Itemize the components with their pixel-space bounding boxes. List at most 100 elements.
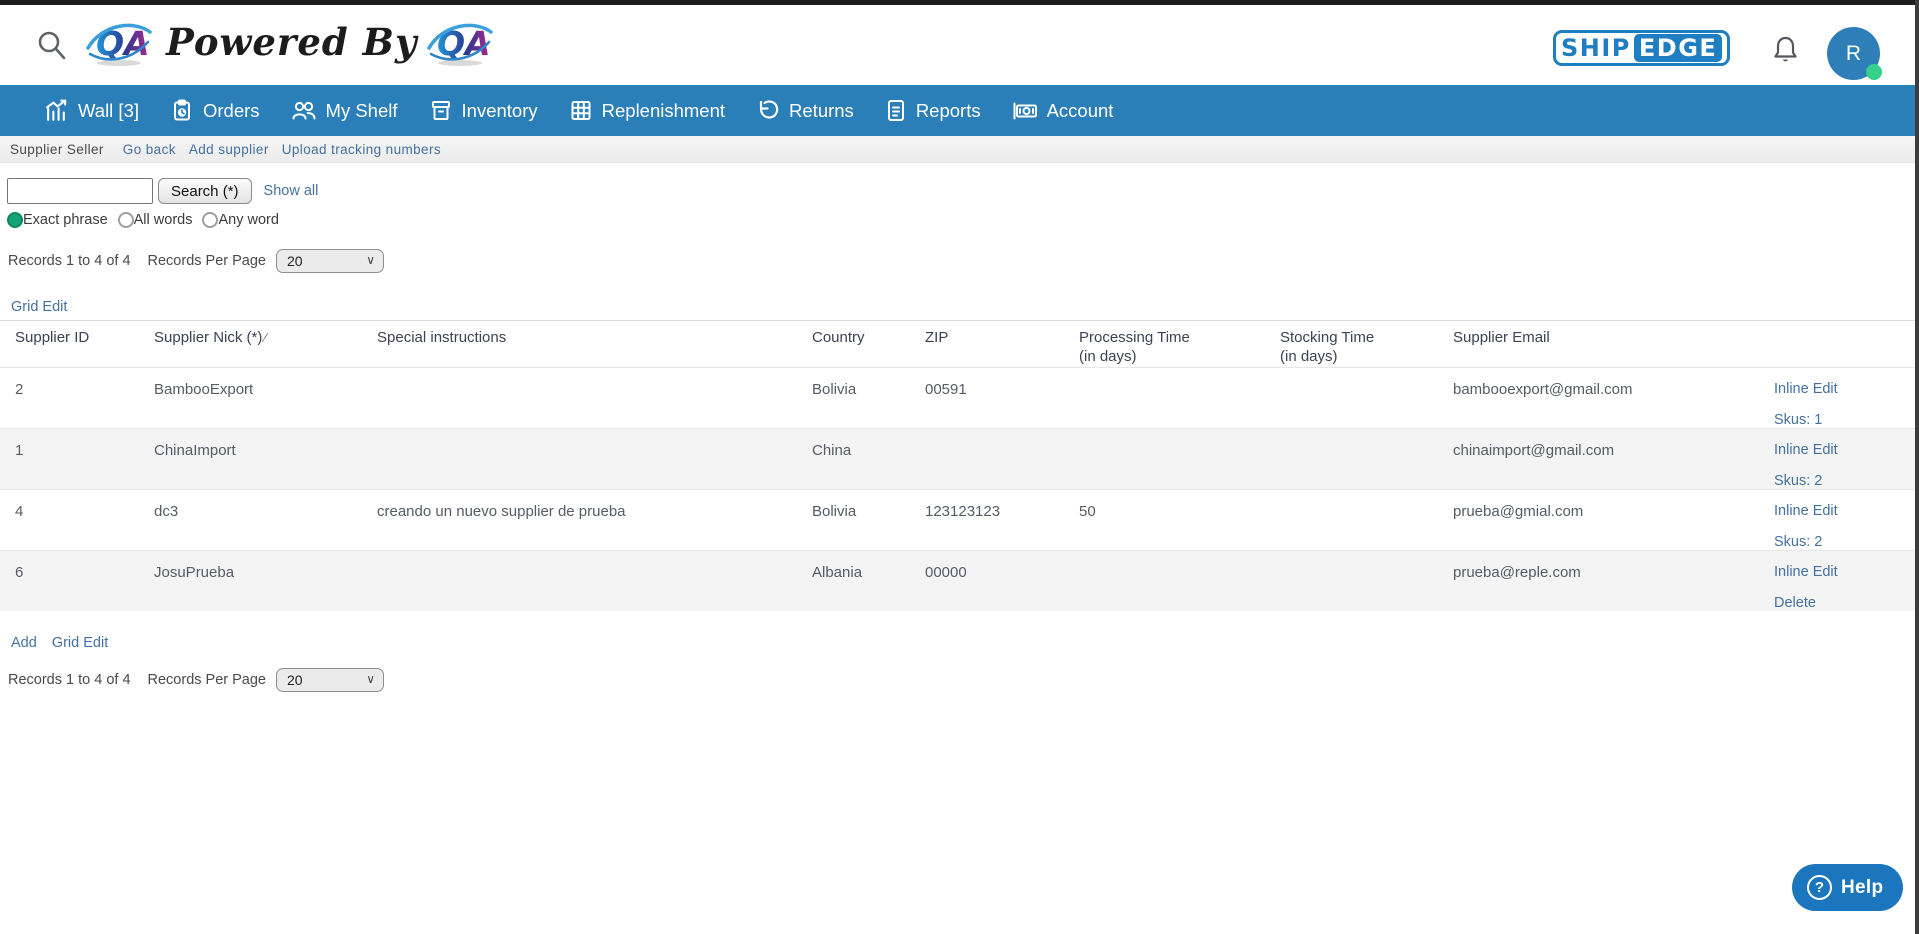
column-header-zip: ZIP [925,321,1079,368]
nav-item-returns[interactable]: Returns [756,98,854,123]
radio-label: Any word [218,212,278,228]
cell-supplier-email: prueba@reple.com [1453,550,1774,611]
cell-country: China [812,428,925,489]
nav-item-my-shelf[interactable]: My Shelf [291,98,398,123]
go-back-link[interactable]: Go back [123,142,176,157]
add-link[interactable]: Add [11,635,37,651]
skus-link[interactable]: Skus: 2 [1774,473,1907,489]
nav-item-label: Orders [203,100,260,122]
search-button[interactable]: Search (*) [158,178,252,204]
cell-zip: 00000 [925,550,1079,611]
radio-selected-icon [7,212,23,228]
cell-processing-time [1079,367,1280,428]
radio-option-any-word[interactable]: Any word [202,212,278,228]
inline-edit-link[interactable]: Inline Edit [1774,564,1907,580]
cell-special-instructions [377,550,812,611]
cell-supplier-nick: BambooExport [154,367,377,428]
column-header-supplier-nick[interactable]: Supplier Nick (*)⁄ [154,321,377,368]
avatar[interactable]: R [1827,27,1880,80]
help-button[interactable]: ? Help [1792,864,1903,911]
radio-option-all-words[interactable]: All words [118,212,193,228]
nav-item-inventory[interactable]: Inventory [429,98,538,123]
records-per-page-label: Records Per Page [148,672,266,688]
table-header-row: Supplier ID Supplier Nick (*)⁄ Special i… [0,321,1915,368]
column-header-actions [1774,321,1915,368]
cell-stocking-time [1280,367,1453,428]
shipedge-logo[interactable]: SHIP EDGE [1553,30,1730,66]
cell-zip: 123123123 [925,489,1079,550]
banknote-icon [1012,98,1038,123]
grid-edit-link-top[interactable]: Grid Edit [11,299,67,315]
qa-logo: QA [86,18,152,73]
skus-link[interactable]: Skus: 1 [1774,412,1907,428]
cell-stocking-time [1280,550,1453,611]
nav-item-label: Returns [789,100,854,122]
cell-processing-time [1079,550,1280,611]
nav-item-wall[interactable]: Wall [3] [44,98,139,123]
nav-item-account[interactable]: Account [1012,98,1114,123]
upload-tracking-numbers-link[interactable]: Upload tracking numbers [282,142,441,157]
presence-dot [1866,64,1882,80]
cell-supplier-email: prueba@gmial.com [1453,489,1774,550]
pagination-top: Records 1 to 4 of 4 Records Per Page 20 … [8,249,1919,273]
nav-item-replenishment[interactable]: Replenishment [569,98,725,123]
column-header-special-instructions: Special instructions [377,321,812,368]
skus-link[interactable]: Skus: 2 [1774,534,1907,550]
inline-edit-link[interactable]: Inline Edit [1774,442,1907,458]
main-content: Search (*) Show all Exact phrase All wor… [0,163,1919,692]
cell-country: Bolivia [812,367,925,428]
notifications-bell-icon[interactable] [1772,35,1799,70]
help-button-label: Help [1841,877,1883,899]
main-nav: Wall [3] Orders My Shelf [0,85,1919,136]
table-bottom-links: Add Grid Edit [11,635,1919,651]
inline-edit-link[interactable]: Inline Edit [1774,503,1907,519]
powered-by-text: Powered By [166,20,417,64]
radio-option-exact-phrase[interactable]: Exact phrase [7,212,108,228]
nav-item-label: Reports [916,100,981,122]
suppliers-table: Supplier ID Supplier Nick (*)⁄ Special i… [0,320,1915,611]
nav-item-reports[interactable]: Reports [885,98,981,123]
cell-special-instructions: creando un nuevo supplier de prueba [377,489,812,550]
grid-edit-link-bottom[interactable]: Grid Edit [52,635,108,651]
records-count-text: Records 1 to 4 of 4 [8,253,131,269]
search-row: Search (*) Show all [7,178,1919,204]
search-input[interactable] [7,178,153,204]
search-icon[interactable] [36,28,68,62]
records-per-page-label: Records Per Page [148,253,266,269]
add-supplier-link[interactable]: Add supplier [189,142,269,157]
undo-arrow-icon [756,98,780,123]
delete-link[interactable]: Delete [1774,595,1907,611]
radio-unselected-icon [202,212,218,228]
show-all-link[interactable]: Show all [264,183,319,199]
radio-label: All words [134,212,193,228]
column-header-stocking-time: Stocking Time (in days) [1280,321,1453,368]
nav-item-label: Wall [3] [78,100,139,122]
column-header-supplier-email: Supplier Email [1453,321,1774,368]
cell-zip: 00591 [925,367,1079,428]
cell-processing-time: 50 [1079,489,1280,550]
cell-stocking-time [1280,428,1453,489]
cell-zip [925,428,1079,489]
inline-edit-link[interactable]: Inline Edit [1774,381,1907,397]
cell-supplier-id: 6 [0,550,154,611]
records-per-page-select[interactable]: 20 [276,668,384,692]
column-header-country: Country [812,321,925,368]
cell-supplier-email: chinaimport@gmail.com [1453,428,1774,489]
cell-special-instructions [377,367,812,428]
page-title: Supplier Seller [10,142,104,157]
users-icon [291,98,317,123]
cell-supplier-email: bambooexport@gmail.com [1453,367,1774,428]
page-toolbar: Supplier Seller Go back Add supplier Upl… [0,136,1919,163]
app-header: QA Powered By QA SHIP EDGE R [0,5,1919,85]
cell-stocking-time [1280,489,1453,550]
cell-supplier-nick: dc3 [154,489,377,550]
radio-label: Exact phrase [23,212,108,228]
nav-item-label: My Shelf [326,100,398,122]
cell-supplier-nick: JosuPrueba [154,550,377,611]
radio-unselected-icon [118,212,134,228]
table-row: 6 JosuPrueba Albania 00000 prueba@reple.… [0,550,1915,611]
search-mode-options: Exact phrase All words Any word [7,212,1919,228]
records-per-page-select[interactable]: 20 [276,249,384,273]
cell-supplier-id: 2 [0,367,154,428]
nav-item-orders[interactable]: Orders [170,98,260,123]
